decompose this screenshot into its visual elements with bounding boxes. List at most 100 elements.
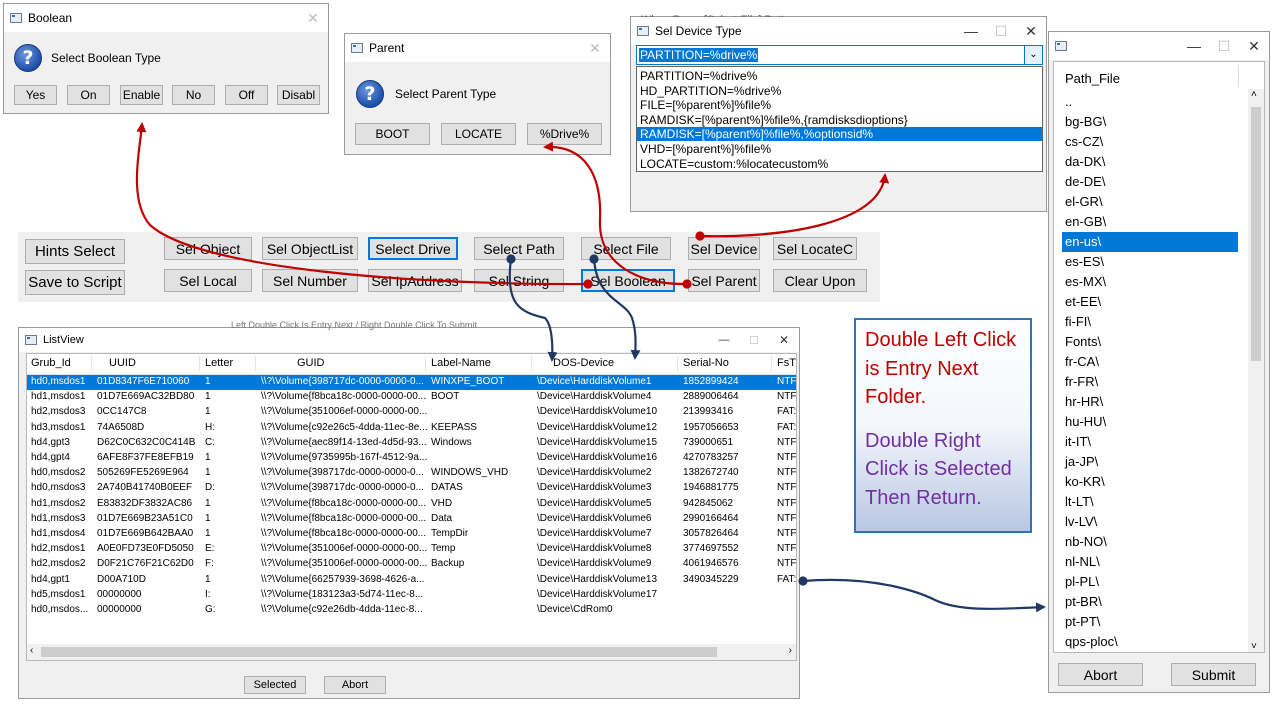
path-item[interactable]: pl-PL\ bbox=[1062, 572, 1238, 592]
path-item[interactable]: hu-HU\ bbox=[1062, 412, 1238, 432]
scroll-right-icon[interactable]: › bbox=[789, 645, 792, 656]
table-row[interactable]: hd3,msdos1 74A6508D H: \\?\Volume{c92e26c5-… bbox=[27, 421, 796, 436]
path-item[interactable]: es-ES\ bbox=[1062, 252, 1238, 272]
table-row[interactable]: hd0,msdos1 01D8347F6E710060 1 \\?\Volume{39… bbox=[27, 375, 796, 390]
boolean-on-button[interactable]: On bbox=[67, 85, 110, 105]
toolbar-sel-string-button[interactable]: Sel String bbox=[474, 269, 564, 292]
parent-drive-button[interactable]: %Drive% bbox=[527, 123, 602, 145]
table-row[interactable]: hd0,msdos3 2A740B41740B0EEF D: \\?\Volume{3… bbox=[27, 481, 796, 496]
minimize-icon[interactable]: — bbox=[956, 23, 986, 39]
path-item[interactable]: .. bbox=[1062, 92, 1238, 112]
column-header[interactable]: Letter bbox=[205, 357, 233, 369]
boolean-disable-button[interactable]: Disabl bbox=[277, 85, 320, 105]
column-header[interactable]: FsT bbox=[777, 357, 796, 369]
maximize-icon[interactable]: ☐ bbox=[739, 334, 769, 347]
maximize-icon[interactable]: ☐ bbox=[986, 23, 1016, 40]
path-item[interactable]: es-MX\ bbox=[1062, 272, 1238, 292]
path-item[interactable]: qps-ploc\ bbox=[1062, 632, 1238, 652]
path-item[interactable]: nb-NO\ bbox=[1062, 532, 1238, 552]
path-item[interactable]: fi-FI\ bbox=[1062, 312, 1238, 332]
table-row[interactable]: hd4,gpt4 6AFE8F37FE8EFB19 1 \\?\Volume{9735… bbox=[27, 451, 796, 466]
vertical-scrollbar[interactable]: ˄ ˅ bbox=[1248, 89, 1264, 652]
table-row[interactable]: hd1,msdos1 01D7E669AC32BD80 1 \\?\Volume{f8… bbox=[27, 390, 796, 405]
column-header[interactable]: UUID bbox=[109, 357, 136, 369]
column-divider[interactable] bbox=[677, 356, 678, 372]
toolbar-sel-parent-button[interactable]: Sel Parent bbox=[688, 269, 760, 292]
column-header[interactable]: Serial-No bbox=[683, 357, 729, 369]
path-item[interactable]: pt-BR\ bbox=[1062, 592, 1238, 612]
save-to-script-button[interactable]: Save to Script bbox=[25, 270, 125, 295]
path-abort-button[interactable]: Abort bbox=[1058, 663, 1143, 686]
path-item[interactable]: da-DK\ bbox=[1062, 152, 1238, 172]
path-item[interactable]: fr-FR\ bbox=[1062, 372, 1238, 392]
device-option[interactable]: PARTITION=%drive% bbox=[637, 69, 1042, 83]
table-row[interactable]: hd1,msdos3 01D7E669B23A51C0 1 \\?\Volume{f8… bbox=[27, 512, 796, 527]
minimize-icon[interactable]: — bbox=[709, 334, 739, 346]
device-option[interactable]: LOCATE=custom:%locatecustom% bbox=[637, 157, 1042, 171]
column-divider[interactable] bbox=[91, 356, 92, 372]
path-item[interactable]: ja-JP\ bbox=[1062, 452, 1238, 472]
path-list[interactable]: Path_File .. bg-BG\ cs-CZ\ da-DK\ de-DE\ el-G… bbox=[1053, 61, 1265, 653]
path-item[interactable]: Fonts\ bbox=[1062, 332, 1238, 352]
toolbar-sel-boolean-button[interactable]: Sel Boolean bbox=[581, 269, 675, 292]
close-icon[interactable]: ✕ bbox=[580, 40, 610, 57]
close-icon[interactable]: ✕ bbox=[769, 333, 799, 347]
boolean-enable-button[interactable]: Enable bbox=[120, 85, 163, 105]
close-icon[interactable]: ✕ bbox=[1016, 23, 1046, 40]
chevron-down-icon[interactable]: ⌄ bbox=[1024, 46, 1042, 64]
volume-table[interactable]: Grub_Id UUID Letter GUID Label-Name DOS-Devic… bbox=[26, 353, 797, 661]
parent-locate-button[interactable]: LOCATE bbox=[441, 123, 516, 145]
toolbar-sel-number-button[interactable]: Sel Number bbox=[262, 269, 358, 292]
table-row[interactable]: hd4,gpt1 D00A710D 1 \\?\Volume{66257939-369… bbox=[27, 573, 796, 588]
path-item[interactable]: bg-BG\ bbox=[1062, 112, 1238, 132]
table-row[interactable]: hd1,msdos2 E83832DF3832AC86 1 \\?\Volume{f8… bbox=[27, 497, 796, 512]
hints-select-button[interactable]: Hints Select bbox=[25, 239, 125, 264]
toolbar-clear-upon-button[interactable]: Clear Upon bbox=[773, 269, 867, 292]
column-divider[interactable] bbox=[771, 356, 772, 372]
boolean-off-button[interactable]: Off bbox=[225, 85, 268, 105]
path-item[interactable]: ko-KR\ bbox=[1062, 472, 1238, 492]
path-item-selected[interactable]: en-us\ bbox=[1062, 232, 1238, 252]
path-item[interactable]: fr-CA\ bbox=[1062, 352, 1238, 372]
path-item[interactable]: nl-NL\ bbox=[1062, 552, 1238, 572]
close-icon[interactable]: ✕ bbox=[298, 10, 328, 27]
toolbar-sel-objectlist-button[interactable]: Sel ObjectList bbox=[262, 237, 358, 260]
column-divider[interactable] bbox=[199, 356, 200, 372]
table-row[interactable]: hd5,msdos1 00000000 I: \\?\Volume{183123a3-… bbox=[27, 588, 796, 603]
scroll-down-icon[interactable]: ˅ bbox=[1251, 641, 1257, 652]
toolbar-sel-ipaddress-button[interactable]: Sel IpAddress bbox=[368, 269, 462, 292]
boolean-yes-button[interactable]: Yes bbox=[14, 85, 57, 105]
column-divider[interactable] bbox=[425, 356, 426, 372]
toolbar-select-path-button[interactable]: Select Path bbox=[474, 237, 564, 260]
horizontal-scrollbar[interactable]: ‹ › bbox=[27, 644, 796, 660]
toolbar-select-drive-button[interactable]: Select Drive bbox=[368, 237, 458, 260]
parent-boot-button[interactable]: BOOT bbox=[355, 123, 430, 145]
table-row[interactable]: hd4,gpt3 D62C0C632C0C414B C: \\?\Volume{aec… bbox=[27, 436, 796, 451]
scrollbar-thumb[interactable] bbox=[1251, 107, 1261, 361]
path-item[interactable]: hr-HR\ bbox=[1062, 392, 1238, 412]
column-header[interactable]: Label-Name bbox=[431, 357, 491, 369]
maximize-icon[interactable]: ☐ bbox=[1209, 38, 1239, 55]
table-row[interactable]: hd2,msdos3 0CC147C8 1 \\?\Volume{351006ef-0… bbox=[27, 405, 796, 420]
table-row[interactable]: hd1,msdos4 01D7E669B642BAA0 1 \\?\Volume{f8… bbox=[27, 527, 796, 542]
toolbar-select-file-button[interactable]: Select File bbox=[581, 237, 671, 260]
device-combobox[interactable]: PARTITION=%drive% ⌄ bbox=[636, 45, 1043, 65]
device-option[interactable]: FILE=[%parent%]%file% bbox=[637, 98, 1042, 112]
column-header[interactable]: DOS-Device bbox=[553, 357, 614, 369]
path-item[interactable]: de-DE\ bbox=[1062, 172, 1238, 192]
scroll-left-icon[interactable]: ‹ bbox=[30, 645, 33, 656]
selected-button[interactable]: Selected bbox=[244, 676, 306, 694]
device-option-selected[interactable]: RAMDISK=[%parent%]%file%,%optionsid% bbox=[637, 127, 1042, 142]
device-option[interactable]: RAMDISK=[%parent%]%file%,{ramdisksdiopti… bbox=[637, 113, 1042, 127]
toolbar-sel-object-button[interactable]: Sel Object bbox=[164, 237, 252, 260]
close-icon[interactable]: ✕ bbox=[1239, 38, 1269, 55]
path-item[interactable]: el-GR\ bbox=[1062, 192, 1238, 212]
table-row[interactable]: hd0,msdos... 00000000 G: \\?\Volume{c92e26d… bbox=[27, 603, 796, 618]
scrollbar-thumb[interactable] bbox=[41, 647, 717, 657]
toolbar-sel-locatec-button[interactable]: Sel LocateC bbox=[773, 237, 857, 260]
toolbar-sel-local-button[interactable]: Sel Local bbox=[164, 269, 252, 292]
path-item[interactable]: pt-PT\ bbox=[1062, 612, 1238, 632]
column-divider[interactable] bbox=[255, 356, 256, 372]
path-submit-button[interactable]: Submit bbox=[1171, 663, 1256, 686]
scroll-up-icon[interactable]: ˄ bbox=[1251, 89, 1257, 100]
